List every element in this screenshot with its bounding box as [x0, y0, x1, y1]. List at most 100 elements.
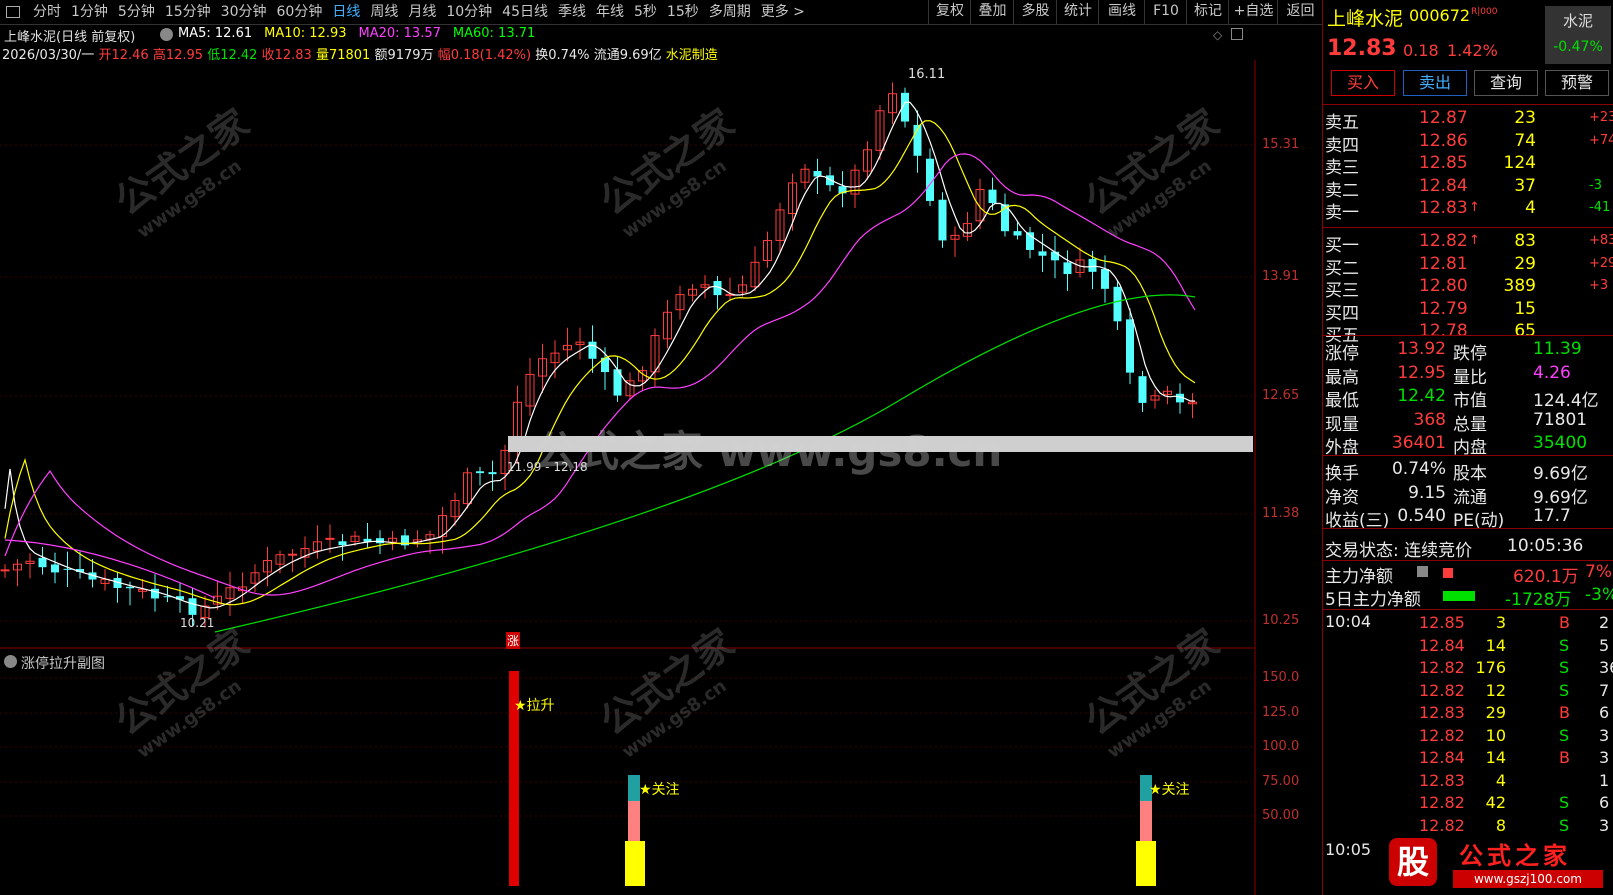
candle-body: [288, 553, 297, 556]
level-volume: 4: [1525, 198, 1536, 218]
level-label: 卖二: [1325, 180, 1359, 201]
level-price: 12.79: [1419, 298, 1468, 319]
tool-button[interactable]: 复权: [928, 0, 971, 24]
period-tab[interactable]: 分时: [28, 1, 66, 23]
tool-button[interactable]: 统计: [1056, 0, 1099, 24]
alert-button[interactable]: 预警: [1545, 70, 1609, 96]
stat-label: 涨停: [1325, 344, 1359, 364]
tick-price: 12.84: [1419, 748, 1465, 767]
tick-price: 12.82: [1419, 725, 1465, 745]
menu-icon[interactable]: [6, 6, 20, 18]
period-tab[interactable]: 5分钟: [113, 1, 160, 23]
order-book-row[interactable]: 卖三 12.85 124: [1323, 153, 1613, 178]
candle-body: [151, 588, 159, 599]
logo-badge: 股 公式之家 www.gszj100.com: [1381, 834, 1613, 895]
candle-body: [1113, 286, 1122, 322]
tool-button[interactable]: +自选: [1228, 0, 1278, 24]
main-net-label: 主力净额: [1325, 567, 1393, 587]
period-tab[interactable]: 30分钟: [216, 1, 272, 23]
tick-price: 12.85: [1419, 613, 1465, 632]
candle-body: [1138, 376, 1147, 403]
sector-box[interactable]: 水泥 -0.47%: [1545, 6, 1611, 64]
stat-label: 量比: [1453, 367, 1487, 388]
stat-value: 9.69亿: [1533, 464, 1588, 484]
order-book-row[interactable]: 买四 12.79 15: [1323, 298, 1613, 324]
tool-button[interactable]: F10: [1144, 0, 1187, 24]
period-tab[interactable]: 更多 >: [756, 1, 810, 23]
level-volume: 23: [1514, 108, 1536, 128]
level-price: 12.84: [1419, 175, 1468, 196]
order-book-row[interactable]: 卖四 12.86 74 +74: [1323, 131, 1613, 156]
signal-label-watch: ★关注: [1149, 782, 1190, 798]
price-change-pct: 1.42%: [1447, 41, 1498, 60]
trade-status-row: 交易状态: 连续竞价 10:05:36: [1323, 536, 1613, 561]
period-tab[interactable]: 日线: [327, 1, 365, 23]
stat-value: 124.4亿: [1533, 391, 1599, 411]
level-price: 12.85: [1419, 153, 1468, 173]
stat-value: 4.26: [1533, 362, 1571, 383]
candle-body: [1063, 262, 1072, 275]
period-tab[interactable]: 45日线: [497, 1, 553, 23]
main5-row: 5日主力净额 -1728万 -3%: [1323, 585, 1613, 610]
candle-body: [1126, 319, 1134, 373]
main-net-pct: 7%: [1585, 562, 1612, 582]
tick-row: 12.82 176 S 36: [1323, 658, 1613, 681]
period-tab[interactable]: 1分钟: [66, 1, 113, 23]
period-tab[interactable]: 5秒: [629, 1, 662, 23]
query-button[interactable]: 查询: [1474, 70, 1538, 96]
signal-label-rise: ★拉升: [514, 698, 555, 714]
period-tab[interactable]: 季线: [553, 1, 591, 23]
trade-status: 交易状态: 连续竞价: [1325, 541, 1473, 561]
order-book-row[interactable]: 买二 12.81 29 +29: [1323, 254, 1613, 279]
period-tab[interactable]: 周线: [365, 1, 403, 23]
tool-button[interactable]: 标记: [1186, 0, 1229, 24]
level-volume: 389: [1503, 276, 1536, 296]
sell-button[interactable]: 卖出: [1403, 70, 1467, 96]
tool-button[interactable]: 多股: [1013, 0, 1057, 24]
period-tab[interactable]: 月线: [403, 1, 441, 23]
buy-button[interactable]: 买入: [1331, 70, 1395, 96]
period-tab[interactable]: 多周期: [704, 1, 756, 23]
panel-toggle-icon[interactable]: [1231, 28, 1243, 40]
market-flag: R|000: [1471, 7, 1498, 17]
candle-body: [988, 189, 997, 204]
diamond-icon[interactable]: ◇: [1213, 28, 1222, 42]
level-price: 12.80: [1419, 276, 1468, 296]
tick-price: 12.83: [1419, 703, 1465, 722]
tick-row: 12.83 4 1: [1323, 771, 1613, 794]
candle-body: [188, 598, 197, 615]
period-tab[interactable]: 60分钟: [272, 1, 328, 23]
chevron-down-icon[interactable]: [4, 655, 17, 668]
list-icon[interactable]: [1417, 566, 1428, 577]
order-book-row[interactable]: 卖一 12.83 ↑ 4 -41: [1323, 198, 1613, 223]
order-book-row[interactable]: 卖五 12.87 23 +23: [1323, 108, 1613, 133]
tool-button[interactable]: 叠加: [970, 0, 1014, 24]
level-delta: -3: [1589, 177, 1602, 193]
tool-button[interactable]: 返回: [1277, 0, 1323, 24]
tick-volume: 8: [1495, 815, 1506, 835]
period-tab[interactable]: 15分钟: [160, 1, 216, 23]
order-book-row[interactable]: 买三 12.80 389 +3: [1323, 276, 1613, 301]
period-tab[interactable]: 年线: [591, 1, 629, 23]
sector-name: 水泥: [1562, 12, 1593, 30]
chevron-down-icon[interactable]: [160, 28, 173, 41]
candle-body: [376, 538, 384, 544]
order-book-row[interactable]: 买一 12.82 ↑ 83 +83: [1323, 231, 1613, 256]
tool-button[interactable]: 画线: [1098, 0, 1145, 24]
stat-value: 9.15: [1408, 482, 1446, 503]
period-tab[interactable]: 10分钟: [441, 1, 497, 23]
stat-row: 涨停 13.92 跌停 11.39: [1323, 339, 1613, 364]
period-tab[interactable]: 15秒: [662, 1, 704, 23]
center-watermark: 公式之家 www.gs8.cn: [535, 427, 1003, 476]
tick-volume: 3: [1495, 613, 1506, 632]
stat-value: 12.42: [1397, 386, 1446, 406]
order-book-row[interactable]: 卖二 12.84 37 -3: [1323, 175, 1613, 201]
watch-bar-bottom: [625, 841, 645, 886]
candle-body: [1038, 251, 1047, 256]
candle-body: [51, 564, 59, 573]
tick-volume: 14: [1485, 635, 1506, 655]
ma-label: MA5: 12.61: [178, 26, 253, 41]
candle-body: [488, 472, 497, 475]
candle-body: [38, 557, 47, 568]
level-delta: +3: [1589, 278, 1609, 293]
